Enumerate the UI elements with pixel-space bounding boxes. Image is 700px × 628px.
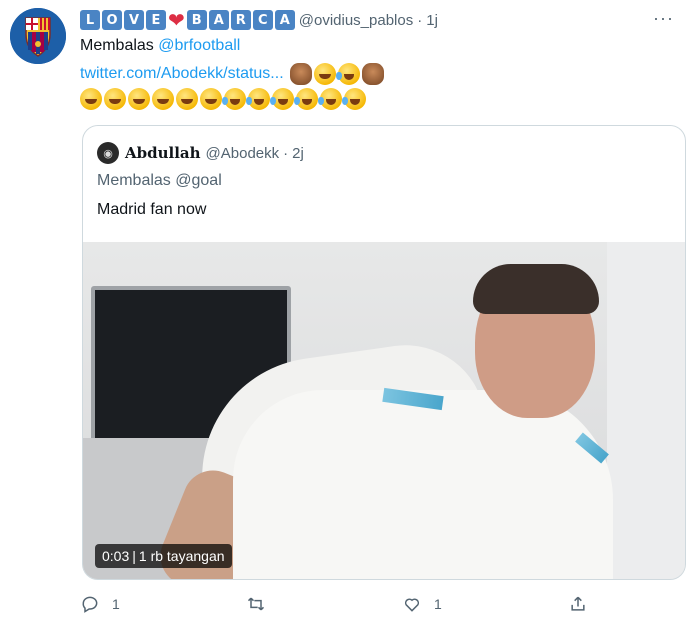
- tweet-action-bar: 1 1: [80, 594, 596, 620]
- retweet-icon: [247, 597, 265, 611]
- author-name-letter[interactable]: A: [274, 10, 295, 30]
- reply-icon: [82, 596, 98, 613]
- reply-prefix: Membalas: [80, 37, 154, 54]
- grinning-face-icon: [80, 88, 102, 110]
- grinning-face-icon: [200, 88, 222, 110]
- quoted-author-name[interactable]: Abdullah: [125, 144, 201, 162]
- grinning-face-icon: [152, 88, 174, 110]
- tears-of-joy-icon: [270, 88, 294, 110]
- quoted-tweet-card[interactable]: ◉ Abdullah @Abodekk · 2j Membalas @goal …: [82, 125, 686, 580]
- emoji-line: [80, 88, 368, 110]
- video-view-count: 1 rb tayangan: [138, 548, 225, 564]
- author-name-letter[interactable]: O: [102, 10, 122, 30]
- more-options-icon[interactable]: ···: [653, 8, 674, 29]
- quoted-tweet-header: ◉ Abdullah @Abodekk · 2j: [97, 142, 304, 164]
- quoted-tweet-timestamp[interactable]: 2j: [292, 145, 304, 162]
- video-scene-person-hair: [473, 264, 599, 314]
- quoted-author-handle[interactable]: @Abodekk: [206, 145, 280, 162]
- fc-barcelona-crest-icon: [10, 8, 66, 64]
- author-name-letter[interactable]: V: [124, 10, 144, 30]
- tweet-text-line: twitter.com/Abodekk/status...: [80, 63, 386, 85]
- video-info-separator: |: [132, 548, 136, 564]
- tears-of-joy-icon: [318, 88, 342, 110]
- video-player[interactable]: 0:03 | 1 rb tayangan: [83, 242, 685, 579]
- red-heart-icon: ❤: [168, 8, 185, 32]
- quoted-reply-context: Membalas @goal: [97, 172, 222, 190]
- tears-of-joy-icon: [342, 88, 366, 110]
- author-handle[interactable]: @ovidius_pablos: [299, 12, 413, 29]
- tweet-timestamp[interactable]: 1j: [426, 12, 438, 29]
- tears-of-joy-icon: [335, 63, 360, 85]
- author-name-letter[interactable]: E: [146, 10, 166, 30]
- reply-button[interactable]: 1: [80, 594, 120, 614]
- reply-to-mention[interactable]: @brfootball: [158, 37, 240, 54]
- separator-dot: ·: [417, 11, 423, 29]
- share-button[interactable]: [568, 594, 588, 614]
- quoted-author-avatar[interactable]: ◉: [97, 142, 119, 164]
- see-no-evil-monkey-icon: [361, 63, 384, 85]
- video-background-wall: [607, 242, 685, 579]
- video-scene-person-shirt: [233, 390, 613, 579]
- tears-of-joy-icon: [294, 88, 318, 110]
- author-avatar[interactable]: [10, 8, 66, 64]
- tears-of-joy-icon: [246, 88, 270, 110]
- quoted-reply-prefix: Membalas: [97, 172, 171, 189]
- share-icon: [571, 596, 585, 611]
- tears-of-joy-icon: [222, 88, 246, 110]
- author-name-letter[interactable]: B: [186, 10, 207, 30]
- grinning-face-icon: [176, 88, 198, 110]
- grinning-face-icon: [104, 88, 126, 110]
- reply-context: Membalas @brfootball: [80, 37, 240, 55]
- author-name-letter[interactable]: A: [208, 10, 229, 30]
- tweet-header: L O V E ❤ B A R C A @ovidius_pablos · 1j: [80, 9, 438, 31]
- separator-dot: ·: [283, 144, 289, 162]
- retweet-button[interactable]: [246, 594, 278, 614]
- video-info-overlay: 0:03 | 1 rb tayangan: [95, 544, 232, 568]
- quoted-reply-to-mention: @goal: [175, 172, 222, 189]
- reply-count: 1: [112, 596, 120, 612]
- tweet-link[interactable]: twitter.com/Abodekk/status...: [80, 65, 284, 83]
- author-name-letter[interactable]: R: [230, 10, 251, 30]
- like-button[interactable]: 1: [402, 594, 442, 614]
- see-no-evil-monkey-icon: [289, 63, 312, 85]
- author-name-letter[interactable]: L: [80, 10, 100, 30]
- like-count: 1: [434, 596, 442, 612]
- heart-outline-icon: [404, 598, 420, 612]
- quoted-tweet-text: Madrid fan now: [97, 201, 207, 218]
- author-name-letter[interactable]: C: [252, 10, 273, 30]
- grinning-face-icon: [128, 88, 150, 110]
- grinning-face-icon: [313, 63, 336, 85]
- video-elapsed-time: 0:03: [102, 548, 130, 564]
